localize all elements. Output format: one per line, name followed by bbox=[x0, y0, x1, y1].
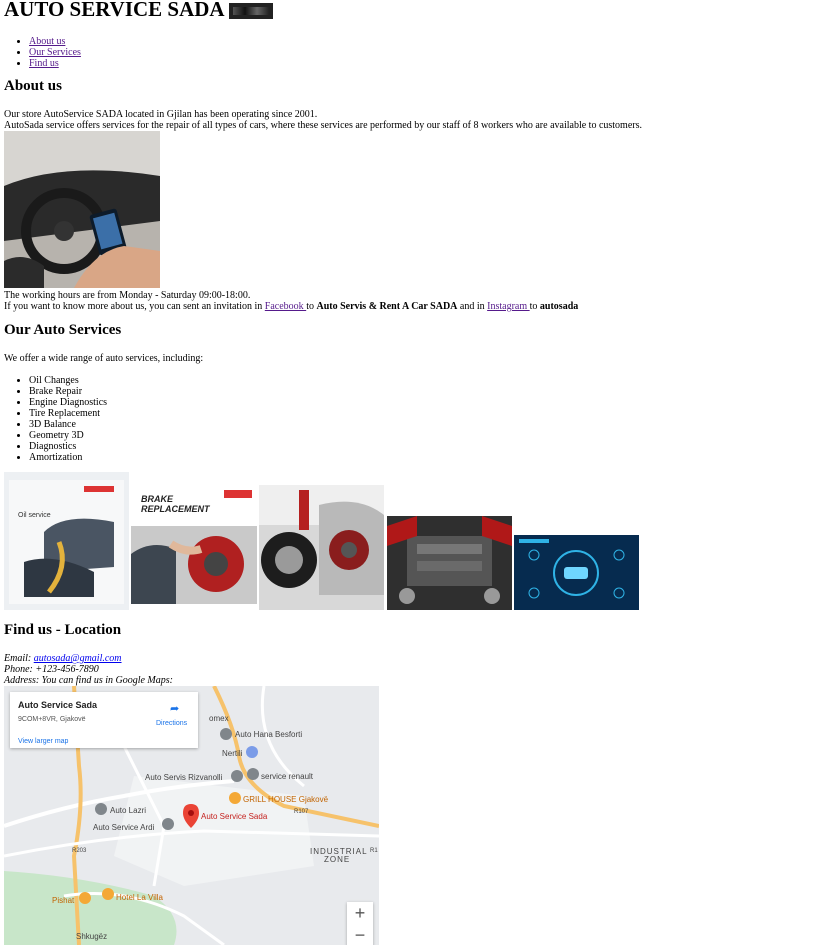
map-label: R1 bbox=[370, 848, 378, 854]
services-list: Oil Changes Brake Repair Engine Diagnost… bbox=[29, 375, 107, 463]
service-item: Geometry 3D bbox=[29, 430, 107, 441]
hours-text: The working hours are from Monday - Satu… bbox=[4, 290, 251, 301]
about-heading: About us bbox=[4, 78, 62, 94]
facebook-page-name: Auto Servis & Rent A Car SADA bbox=[316, 301, 458, 312]
map-label: Auto Hana Besforti bbox=[235, 730, 303, 739]
map-label: R203 bbox=[72, 848, 87, 854]
map-label: GRILL HOUSE Gjakovë bbox=[243, 795, 329, 804]
nav-item: Our Services bbox=[29, 47, 81, 58]
about-line-2: AutoSada service offers services for the… bbox=[4, 120, 642, 131]
service-item: Engine Diagnostics bbox=[29, 397, 107, 408]
logo-image bbox=[228, 3, 273, 19]
diagnostics-image bbox=[514, 535, 639, 610]
map-label: Nertili bbox=[222, 749, 243, 758]
service-item: Oil Changes bbox=[29, 375, 107, 386]
oil-service-caption: Oil service bbox=[18, 512, 51, 519]
zoom-in-button[interactable]: + bbox=[347, 902, 373, 924]
nav-item: Find us bbox=[29, 58, 81, 69]
services-heading: Our Auto Services bbox=[4, 322, 122, 338]
directions-link[interactable]: Directions bbox=[156, 718, 187, 729]
map-label: Pishat bbox=[52, 896, 75, 905]
service-item: Brake Repair bbox=[29, 386, 107, 397]
instagram-handle: autosada bbox=[539, 301, 579, 312]
brake-replacement-image: BRAKE REPLACEMENT bbox=[131, 484, 257, 610]
directions-icon[interactable]: ➦ bbox=[170, 704, 180, 715]
map-label: ZONE bbox=[324, 855, 351, 864]
tire-replacement-image bbox=[259, 485, 384, 610]
nav-list: About us Our Services Find us bbox=[29, 36, 81, 69]
phone-line: Phone: +123-456-7890 bbox=[4, 664, 99, 675]
map-place-name: Auto Service Sada bbox=[18, 700, 98, 710]
email-line: Email: autosada@gmail.com bbox=[4, 653, 122, 664]
map-zoom-controls: + − bbox=[347, 902, 373, 945]
car-interior-image bbox=[4, 131, 160, 288]
map-label: service renault bbox=[261, 772, 314, 781]
map-label: Auto Service Ardi bbox=[93, 823, 155, 832]
oil-service-image: Oil service bbox=[4, 472, 129, 610]
map-place-address: 9COM+8VR, Gjakovë bbox=[18, 716, 86, 723]
facebook-link[interactable]: Facebook bbox=[265, 301, 306, 312]
zoom-out-button[interactable]: − bbox=[347, 924, 373, 945]
site-title: AUTO SERVICE SADA bbox=[4, 0, 225, 21]
findus-heading: Find us - Location bbox=[4, 622, 122, 638]
engine-image bbox=[387, 516, 512, 610]
nav-item: About us bbox=[29, 36, 81, 47]
address-line: Address: You can find us in Google Maps: bbox=[4, 675, 173, 686]
invite-text: If you want to know more about us, you c… bbox=[4, 301, 579, 312]
service-item: Diagnostics bbox=[29, 441, 107, 452]
view-larger-map-link[interactable]: View larger map bbox=[18, 736, 68, 747]
map-label: Auto Servis Rizvanolli bbox=[145, 773, 223, 782]
brake-replacement-caption: BRAKE REPLACEMENT bbox=[141, 494, 210, 514]
service-item: 3D Balance bbox=[29, 419, 107, 430]
map-place-card: Auto Service Sada 9COM+8VR, Gjakovë View… bbox=[10, 692, 198, 748]
map-label: Hotel La Villa bbox=[116, 893, 163, 902]
map-label: omex bbox=[209, 714, 229, 723]
map-label: R107 bbox=[294, 809, 309, 815]
map-label: Auto Lazri bbox=[110, 806, 147, 815]
nav-link-about[interactable]: About us bbox=[29, 36, 65, 47]
instagram-link[interactable]: Instagram bbox=[487, 301, 530, 312]
google-map[interactable]: omex Auto Hana Besforti Nertili Auto Ser… bbox=[4, 686, 379, 945]
site-header: AUTO SERVICE SADA bbox=[4, 0, 273, 21]
about-line-1: Our store AutoService SADA located in Gj… bbox=[4, 109, 318, 120]
map-label: Shkugëz bbox=[76, 932, 108, 941]
map-label: Auto Service Sada bbox=[201, 812, 268, 821]
page: AUTO SERVICE SADA About us Our Services … bbox=[4, 0, 642, 945]
email-link[interactable]: autosada@gmail.com bbox=[34, 653, 122, 664]
nav-link-services[interactable]: Our Services bbox=[29, 47, 81, 58]
service-item: Amortization bbox=[29, 452, 107, 463]
service-item: Tire Replacement bbox=[29, 408, 107, 419]
nav-link-find-us[interactable]: Find us bbox=[29, 58, 59, 69]
services-intro: We offer a wide range of auto services, … bbox=[4, 353, 204, 364]
